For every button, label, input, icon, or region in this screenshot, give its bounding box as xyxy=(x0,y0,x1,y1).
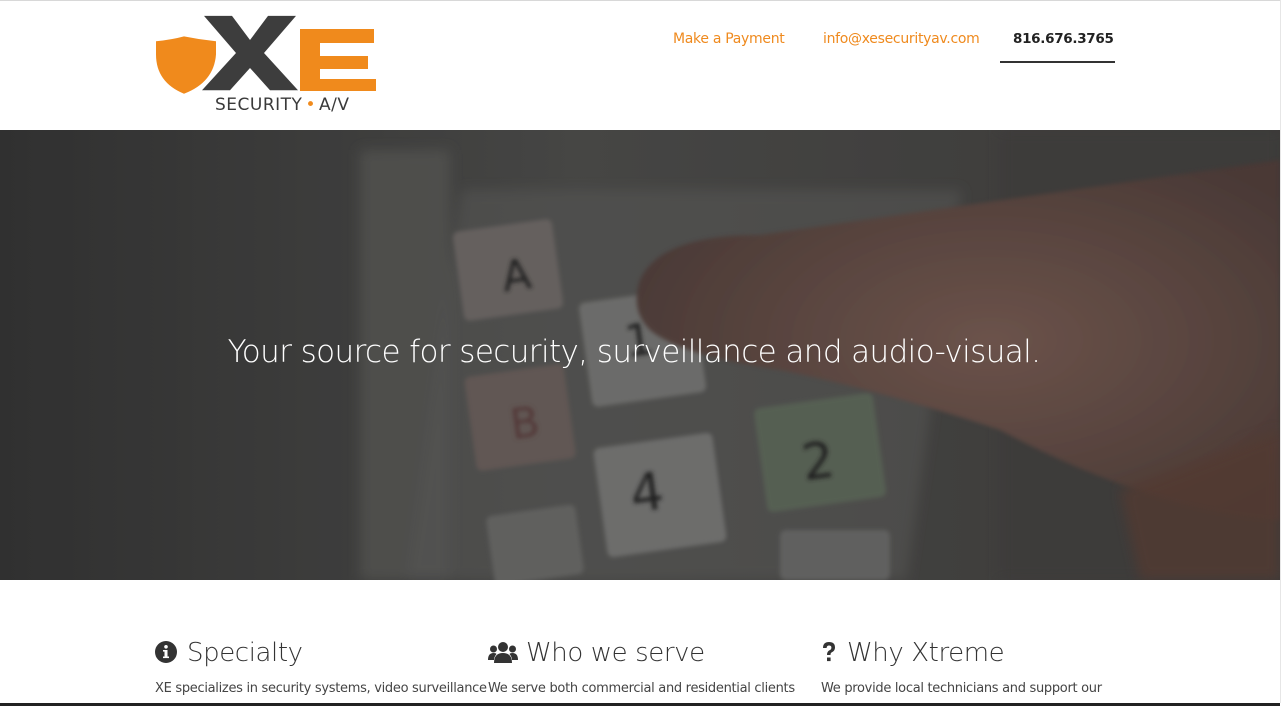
window-edge-bottom xyxy=(0,703,1287,723)
logo[interactable]: SECURITY • A/V xyxy=(154,15,378,119)
feature-description: We provide local technicians and support… xyxy=(821,681,1102,696)
feature-who-we-serve: Who we serve We serve both commercial an… xyxy=(488,635,795,696)
feature-why-xtreme: Why Xtreme We provide local technicians … xyxy=(821,635,1102,696)
feature-title: Specialty xyxy=(187,638,303,668)
phone-link[interactable]: 816.676.3765 xyxy=(1013,31,1114,47)
phone-active-underline xyxy=(1000,61,1115,63)
feature-specialty: Specialty XE specializes in security sys… xyxy=(155,635,487,696)
logo-tagline: SECURITY • A/V xyxy=(215,95,350,115)
hero-banner: A B 1 4 2 Your source for security, surv… xyxy=(0,130,1280,580)
hero-headline: Your source for security, surveillance a… xyxy=(227,334,1041,370)
info-circle-icon xyxy=(155,641,179,665)
site-header: SECURITY • A/V Make a Payment info@xesecur… xyxy=(0,1,1280,130)
feature-title: Why Xtreme xyxy=(847,638,1005,668)
page: SECURITY • A/V Make a Payment info@xesecur… xyxy=(0,0,1280,705)
feature-description: XE specializes in security systems, vide… xyxy=(155,681,487,696)
logo-mark xyxy=(156,15,376,94)
question-icon xyxy=(821,641,837,665)
email-link[interactable]: info@xesecurityav.com xyxy=(823,31,980,47)
feature-description: We serve both commercial and residential… xyxy=(488,681,795,696)
feature-title: Who we serve xyxy=(526,638,705,668)
users-icon xyxy=(488,641,518,665)
window-edge-right xyxy=(1280,0,1287,723)
make-payment-link[interactable]: Make a Payment xyxy=(673,31,785,47)
